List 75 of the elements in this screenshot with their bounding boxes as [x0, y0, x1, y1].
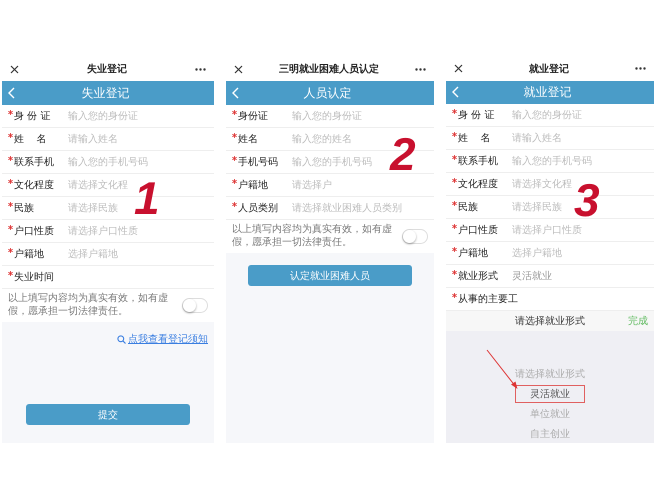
input-field[interactable]: 请选择文化程: [68, 178, 128, 192]
input-field[interactable]: 请输入姓名: [68, 132, 118, 146]
input-field[interactable]: 请输入姓名: [512, 131, 562, 145]
field-label: 户籍地: [238, 178, 268, 192]
picker-option[interactable]: 自主创业: [517, 425, 583, 443]
more-icon[interactable]: [195, 68, 206, 70]
input-field[interactable]: 输入您的手机号码: [512, 154, 592, 168]
input-field[interactable]: 请选择就业困难人员类别: [292, 201, 402, 215]
close-icon[interactable]: [10, 64, 19, 74]
input-field[interactable]: 请选择民族: [68, 201, 118, 215]
field-label: 身份证: [238, 110, 268, 123]
window-title: 就业登记: [529, 62, 569, 76]
done-button[interactable]: 完成: [628, 314, 648, 328]
field-label: 就业形式: [458, 270, 498, 283]
field-label: 文化程度: [14, 178, 54, 192]
agreement-text: 以上填写内容均为真实有效，如有虚假，愿承担一切法律责任。: [232, 224, 393, 249]
back-icon[interactable]: [232, 87, 239, 99]
page-title: 就业登记: [522, 84, 572, 101]
submit-button[interactable]: 提交: [26, 404, 190, 425]
page-title: 失业登记: [80, 84, 130, 102]
picker-option[interactable]: 请选择就业形式: [502, 365, 598, 383]
more-icon[interactable]: [635, 67, 646, 70]
step-number: 2: [390, 131, 416, 177]
field-label: 户籍地: [14, 248, 44, 261]
picker-option[interactable]: 灵活就业: [515, 385, 585, 403]
input-field[interactable]: 选择户籍地: [512, 246, 562, 260]
field-label: 从事的主要工: [458, 292, 518, 306]
submit-button[interactable]: 认定就业困难人员: [248, 265, 412, 286]
window-title: 失业登记: [87, 62, 127, 76]
field-label: 身 份 证: [458, 109, 494, 122]
field-label: 联系手机: [14, 156, 54, 169]
field-label: 姓名: [238, 133, 258, 146]
more-icon[interactable]: [415, 68, 426, 70]
input-field[interactable]: 输入您的身份证: [68, 109, 138, 123]
step-number: 1: [134, 175, 160, 221]
notice-link[interactable]: 点我查看登记须知: [117, 332, 208, 346]
select-field[interactable]: 灵活就业: [512, 269, 552, 283]
input-field[interactable]: 请选择民族: [512, 200, 562, 214]
input-field[interactable]: 请选择文化程: [512, 177, 572, 191]
input-field[interactable]: 输入您的姓名: [292, 132, 352, 146]
window-title: 三明就业困难人员认定: [279, 62, 379, 76]
field-label: 民族: [14, 202, 34, 215]
field-label: 人员类别: [238, 202, 278, 215]
field-label: 文化程度: [458, 178, 498, 191]
field-label: 姓 名: [458, 132, 491, 145]
field-label: 身 份 证: [14, 110, 50, 123]
input-field[interactable]: 输入您的身份证: [512, 108, 582, 122]
field-label: 联系手机: [458, 154, 498, 168]
input-field[interactable]: 输入您的身份证: [292, 109, 362, 123]
field-label: 姓 名: [14, 133, 47, 146]
back-icon[interactable]: [452, 86, 459, 98]
input-field[interactable]: 输入您的手机号码: [292, 155, 372, 169]
back-icon[interactable]: [8, 87, 15, 99]
close-icon[interactable]: [454, 64, 463, 74]
field-label: 户口性质: [458, 224, 498, 237]
picker-wheel[interactable]: 请选择就业形式 灵活就业 单位就业 自主创业: [446, 331, 654, 443]
field-label: 失业时间: [14, 270, 54, 284]
picker-title: 请选择就业形式: [515, 314, 585, 328]
input-field[interactable]: 输入您的手机号码: [68, 155, 148, 169]
field-label: 民族: [458, 200, 478, 214]
toggle-switch[interactable]: [402, 229, 428, 244]
input-field[interactable]: 请选择户口性质: [68, 224, 138, 238]
field-label: 户籍地: [458, 246, 488, 260]
toggle-switch[interactable]: [182, 298, 208, 313]
page-title: 人员认定: [302, 84, 352, 102]
picker-option[interactable]: 单位就业: [517, 405, 583, 423]
agreement-text: 以上填写内容均为真实有效，如有虚假，愿承担一切法律责任。: [8, 293, 169, 318]
field-label: 手机号码: [238, 156, 278, 169]
field-label: 户口性质: [14, 224, 54, 238]
input-field[interactable]: 请选择户口性质: [512, 223, 582, 237]
input-field[interactable]: 请选择户: [292, 178, 332, 192]
step-number: 3: [574, 177, 600, 223]
close-icon[interactable]: [234, 64, 243, 74]
search-icon: [117, 334, 126, 344]
input-field[interactable]: 选择户籍地: [68, 247, 118, 261]
